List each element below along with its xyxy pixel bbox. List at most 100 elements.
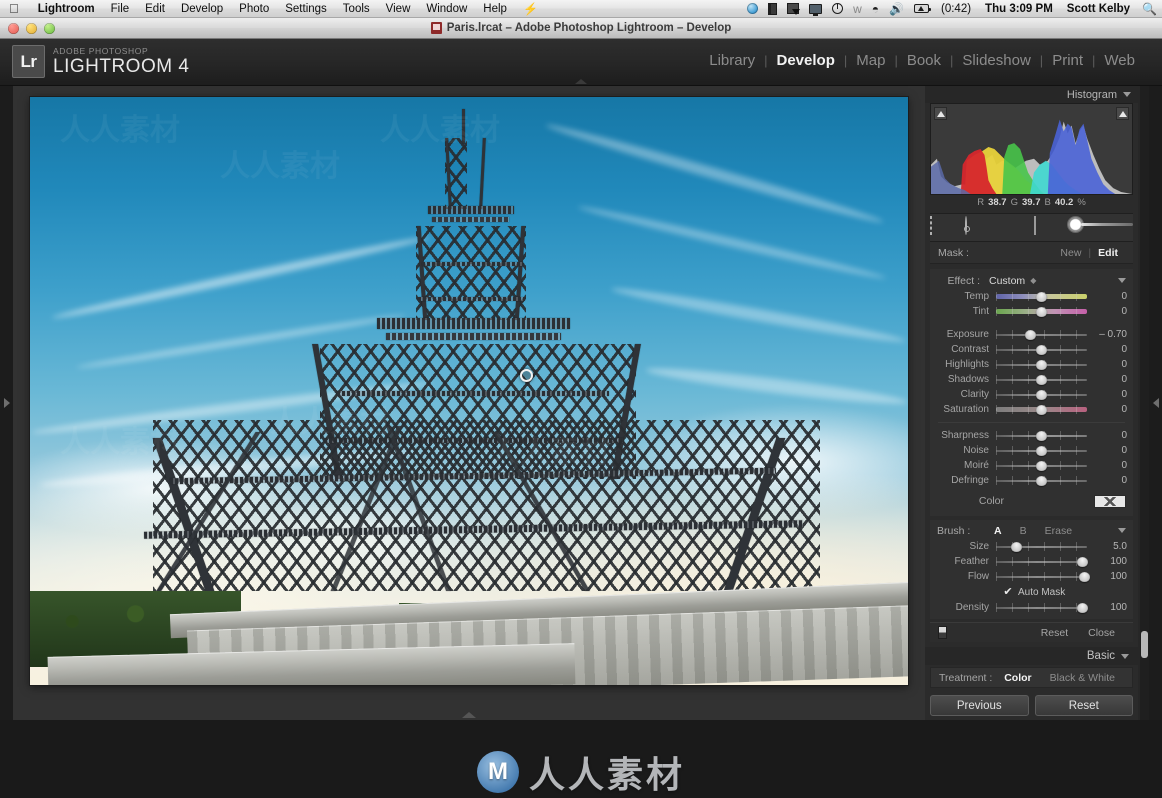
menu-item-photo[interactable]: Photo [231, 0, 277, 18]
slider-track-feather[interactable] [996, 556, 1088, 567]
menu-item-edit[interactable]: Edit [137, 0, 173, 18]
slider-track-noise[interactable] [996, 445, 1087, 456]
menu-item-develop[interactable]: Develop [173, 0, 231, 18]
before-after-toggle-icon[interactable] [938, 626, 947, 639]
identity-plate[interactable]: Lr ADOBE PHOTOSHOP LIGHTROOM 4 [12, 45, 189, 78]
volume-icon[interactable]: 🔊 [884, 3, 909, 15]
menu-item-settings[interactable]: Settings [277, 0, 335, 18]
module-map[interactable]: Map [847, 52, 894, 69]
slider-row-tint[interactable]: Tint 0 [930, 304, 1133, 319]
slider-row-clarity[interactable]: Clarity 0 [930, 387, 1133, 402]
slider-row-sharpness[interactable]: Sharpness 0 [930, 428, 1133, 443]
effect-preset-value[interactable]: Custom [989, 275, 1025, 287]
tool-reset-button[interactable]: Reset [1031, 627, 1078, 639]
red-eye-correction-tool[interactable] [999, 217, 1017, 239]
menu-item-file[interactable]: File [103, 0, 138, 18]
slider-track-flow[interactable] [996, 571, 1090, 582]
slider-track-moire[interactable] [996, 460, 1087, 471]
menubar-clock[interactable]: Thu 3:09 PM [978, 0, 1060, 18]
photo-preview[interactable]: 人人素材 人人素材 人人素材 人人素材 人人素材 人人素材 [30, 97, 908, 685]
crop-overlay-tool[interactable] [930, 215, 948, 239]
mask-new-button[interactable]: New [1053, 247, 1088, 259]
auto-mask-row[interactable]: ✔ Auto Mask [930, 584, 1133, 600]
slider-track-shadows[interactable] [996, 374, 1087, 385]
module-library[interactable]: Library [700, 52, 764, 69]
slider-track-saturation[interactable] [996, 404, 1087, 415]
slider-row-density[interactable]: Density 100 [930, 600, 1133, 615]
histogram-graph[interactable] [930, 103, 1133, 195]
slider-track-exposure[interactable] [996, 329, 1087, 340]
right-panel-scrollbar-thumb[interactable] [1141, 631, 1148, 658]
slider-track-clarity[interactable] [996, 389, 1087, 400]
brush-b-button[interactable]: B [1011, 525, 1036, 537]
mask-edit-button[interactable]: Edit [1091, 247, 1125, 259]
slider-row-temp[interactable]: Temp 0 [930, 289, 1133, 304]
effect-popup-icon[interactable]: ◆ [1030, 276, 1036, 285]
spot-removal-tool[interactable] [964, 215, 983, 239]
menu-item-view[interactable]: View [378, 0, 419, 18]
book-icon[interactable] [763, 2, 782, 15]
slider-track-tint[interactable] [996, 306, 1087, 317]
left-panel-collapse-toggle[interactable] [0, 86, 13, 720]
tool-close-button[interactable]: Close [1078, 627, 1125, 639]
image-canvas[interactable]: 人人素材 人人素材 人人素材 人人素材 人人素材 人人素材 [13, 86, 925, 720]
module-print[interactable]: Print [1043, 52, 1092, 69]
slider-row-highlights[interactable]: Highlights 0 [930, 357, 1133, 372]
module-develop[interactable]: Develop [768, 52, 844, 69]
adjustment-brush-pin[interactable] [520, 369, 533, 382]
histogram-panel-header[interactable]: Histogram [925, 86, 1138, 103]
battery-icon[interactable] [909, 4, 934, 13]
slider-row-contrast[interactable]: Contrast 0 [930, 342, 1133, 357]
apple-menu-icon[interactable]:  [9, 2, 19, 15]
slider-track-density[interactable] [996, 602, 1088, 613]
globe-icon[interactable] [742, 3, 763, 14]
slider-row-moire[interactable]: Moiré 0 [930, 458, 1133, 473]
slider-row-shadows[interactable]: Shadows 0 [930, 372, 1133, 387]
chevron-down-icon[interactable] [1121, 653, 1129, 659]
slider-row-flow[interactable]: Flow 100 [930, 569, 1133, 584]
adjustment-brush-tool[interactable] [1068, 216, 1133, 239]
chevron-down-icon[interactable] [1123, 92, 1131, 97]
slider-row-size[interactable]: Size 5.0 [930, 539, 1133, 554]
filmstrip-toggle-arrow[interactable] [462, 712, 476, 718]
top-panel-toggle-arrow[interactable] [575, 79, 587, 84]
right-panel-scrollbar[interactable] [1140, 86, 1149, 720]
slider-track-contrast[interactable] [996, 344, 1087, 355]
slider-track-defringe[interactable] [996, 475, 1087, 486]
slider-track-size[interactable] [996, 541, 1087, 552]
treatment-color-button[interactable]: Color [995, 672, 1040, 684]
slider-track-temp[interactable] [996, 291, 1087, 302]
menu-extra-flash-icon[interactable]: ⚡ [515, 0, 546, 18]
menu-item-lightroom[interactable]: Lightroom [30, 0, 103, 18]
module-web[interactable]: Web [1095, 52, 1144, 69]
menu-item-window[interactable]: Window [418, 0, 475, 18]
menubar-user-name[interactable]: Scott Kelby [1060, 0, 1137, 18]
slider-row-noise[interactable]: Noise 0 [930, 443, 1133, 458]
slider-track-highlights[interactable] [996, 359, 1087, 370]
right-panel-collapse-toggle[interactable] [1149, 86, 1162, 720]
module-book[interactable]: Book [898, 52, 950, 69]
basic-panel-header[interactable]: Basic [925, 647, 1138, 665]
download-icon[interactable] [782, 3, 804, 15]
treatment-bw-button[interactable]: Black & White [1041, 672, 1124, 684]
reset-button[interactable]: Reset [1034, 695, 1133, 716]
slider-row-exposure[interactable]: Exposure – 0.70 [930, 327, 1133, 342]
slider-row-saturation[interactable]: Saturation 0 [930, 402, 1133, 417]
previous-button[interactable]: Previous [930, 695, 1029, 716]
power-icon[interactable] [827, 3, 848, 14]
spotlight-search-icon[interactable]: 🔍 [1137, 0, 1162, 18]
slider-track-sharpness[interactable] [996, 430, 1087, 441]
slider-row-feather[interactable]: Feather 100 [930, 554, 1133, 569]
module-slideshow[interactable]: Slideshow [953, 52, 1039, 69]
color-swatch-button[interactable] [1094, 494, 1126, 508]
display-icon[interactable] [804, 3, 827, 16]
bluetooth-icon[interactable]: w [848, 3, 867, 15]
auto-mask-checkbox[interactable]: ✔ [1003, 586, 1013, 597]
brush-a-button[interactable]: A [985, 525, 1011, 537]
wifi-icon[interactable]: ◓ [867, 3, 884, 15]
brush-erase-button[interactable]: Erase [1036, 525, 1081, 537]
graduated-filter-tool[interactable] [1033, 215, 1052, 239]
slider-row-defringe[interactable]: Defringe 0 [930, 473, 1133, 488]
effect-collapse-icon[interactable] [1118, 278, 1126, 283]
menu-item-tools[interactable]: Tools [335, 0, 378, 18]
